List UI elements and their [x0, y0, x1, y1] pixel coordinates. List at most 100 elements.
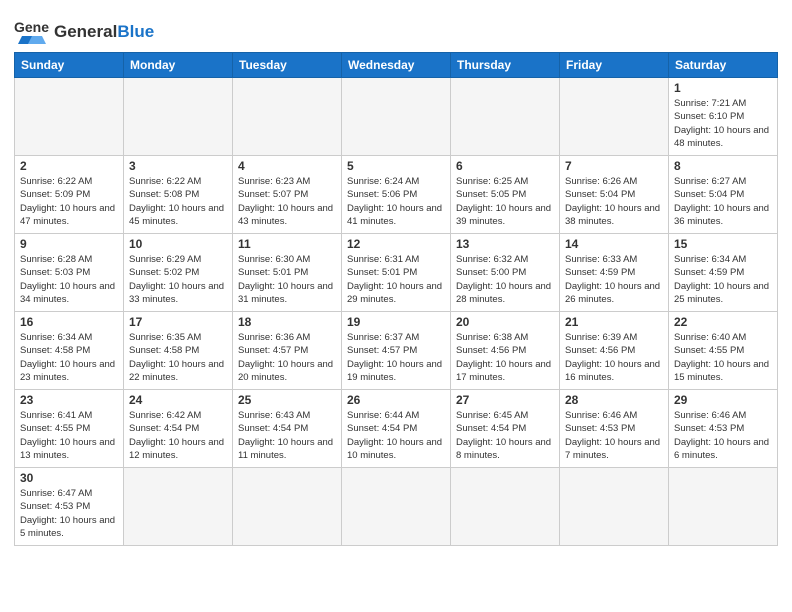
weekday-saturday: Saturday — [669, 53, 778, 78]
day-cell — [233, 468, 342, 546]
day-number: 18 — [238, 315, 336, 329]
day-number: 12 — [347, 237, 445, 251]
day-number: 28 — [565, 393, 663, 407]
day-info: Sunrise: 6:29 AM Sunset: 5:02 PM Dayligh… — [129, 253, 227, 306]
day-cell: 26Sunrise: 6:44 AM Sunset: 4:54 PM Dayli… — [342, 390, 451, 468]
day-cell: 24 Sunrise: 6:42 AM Sunset: 4:54 PM Dayli… — [124, 390, 233, 468]
day-cell: 20 Sunrise: 6:38 AM Sunset: 4:56 PM Dayli… — [451, 312, 560, 390]
day-cell: 10 Sunrise: 6:29 AM Sunset: 5:02 PM Dayli… — [124, 234, 233, 312]
day-cell: 27 Sunrise: 6:45 AM Sunset: 4:54 PM Dayli… — [451, 390, 560, 468]
day-info: Sunrise: 6:28 AM Sunset: 5:03 PM Dayligh… — [20, 253, 118, 306]
day-info: Sunrise: 6:36 AM Sunset: 4:57 PM Dayligh… — [238, 331, 336, 384]
day-cell — [560, 468, 669, 546]
weekday-thursday: Thursday — [451, 53, 560, 78]
day-number: 22 — [674, 315, 772, 329]
weekday-sunday: Sunday — [15, 53, 124, 78]
day-cell: 8 Sunrise: 6:27 AM Sunset: 5:04 PM Daylig… — [669, 156, 778, 234]
day-info: Sunrise: 6:39 AM Sunset: 4:56 PM Dayligh… — [565, 331, 663, 384]
day-info: Sunrise: 6:35 AM Sunset: 4:58 PM Dayligh… — [129, 331, 227, 384]
weekday-friday: Friday — [560, 53, 669, 78]
day-number: 11 — [238, 237, 336, 251]
day-number: 24 — [129, 393, 227, 407]
day-cell: 2 Sunrise: 6:22 AM Sunset: 5:09 PM Daylig… — [15, 156, 124, 234]
day-number: 6 — [456, 159, 554, 173]
svg-text:General: General — [14, 19, 50, 35]
day-info: Sunrise: 6:32 AM Sunset: 5:00 PM Dayligh… — [456, 253, 554, 306]
day-cell — [669, 468, 778, 546]
day-number: 7 — [565, 159, 663, 173]
day-info: Sunrise: 6:33 AM Sunset: 4:59 PM Dayligh… — [565, 253, 663, 306]
day-number: 30 — [20, 471, 118, 485]
logo: General GeneralBlue — [14, 16, 154, 44]
day-info: Sunrise: 6:42 AM Sunset: 4:54 PM Dayligh… — [129, 409, 227, 462]
day-number: 2 — [20, 159, 118, 173]
day-info: Sunrise: 6:34 AM Sunset: 4:58 PM Dayligh… — [20, 331, 118, 384]
day-cell: 18 Sunrise: 6:36 AM Sunset: 4:57 PM Dayli… — [233, 312, 342, 390]
day-cell: 14 Sunrise: 6:33 AM Sunset: 4:59 PM Dayli… — [560, 234, 669, 312]
day-cell: 25 Sunrise: 6:43 AM Sunset: 4:54 PM Dayli… — [233, 390, 342, 468]
day-number: 27 — [456, 393, 554, 407]
day-cell — [451, 468, 560, 546]
week-row-0: 1 Sunrise: 7:21 AM Sunset: 6:10 PM Daylig… — [15, 78, 778, 156]
day-number: 20 — [456, 315, 554, 329]
page: General GeneralBlue SundayMondayTuesdayW… — [0, 0, 792, 560]
day-cell — [451, 78, 560, 156]
day-cell: 1 Sunrise: 7:21 AM Sunset: 6:10 PM Daylig… — [669, 78, 778, 156]
day-info: Sunrise: 6:47 AM Sunset: 4:53 PM Dayligh… — [20, 487, 118, 540]
week-row-3: 16 Sunrise: 6:34 AM Sunset: 4:58 PM Dayli… — [15, 312, 778, 390]
day-cell: 29Sunrise: 6:46 AM Sunset: 4:53 PM Dayli… — [669, 390, 778, 468]
day-cell: 22 Sunrise: 6:40 AM Sunset: 4:55 PM Dayli… — [669, 312, 778, 390]
day-cell: 12 Sunrise: 6:31 AM Sunset: 5:01 PM Dayli… — [342, 234, 451, 312]
day-number: 3 — [129, 159, 227, 173]
day-number: 29 — [674, 393, 772, 407]
day-cell — [342, 78, 451, 156]
day-info: Sunrise: 7:21 AM Sunset: 6:10 PM Dayligh… — [674, 97, 772, 150]
day-cell: 23Sunrise: 6:41 AM Sunset: 4:55 PM Dayli… — [15, 390, 124, 468]
day-cell: 4 Sunrise: 6:23 AM Sunset: 5:07 PM Daylig… — [233, 156, 342, 234]
day-info: Sunrise: 6:23 AM Sunset: 5:07 PM Dayligh… — [238, 175, 336, 228]
calendar-table: SundayMondayTuesdayWednesdayThursdayFrid… — [14, 52, 778, 546]
logo-text: GeneralBlue — [54, 23, 154, 40]
day-number: 13 — [456, 237, 554, 251]
week-row-1: 2 Sunrise: 6:22 AM Sunset: 5:09 PM Daylig… — [15, 156, 778, 234]
day-cell: 6Sunrise: 6:25 AM Sunset: 5:05 PM Daylig… — [451, 156, 560, 234]
day-info: Sunrise: 6:30 AM Sunset: 5:01 PM Dayligh… — [238, 253, 336, 306]
day-number: 25 — [238, 393, 336, 407]
day-info: Sunrise: 6:38 AM Sunset: 4:56 PM Dayligh… — [456, 331, 554, 384]
day-info: Sunrise: 6:34 AM Sunset: 4:59 PM Dayligh… — [674, 253, 772, 306]
day-number: 1 — [674, 81, 772, 95]
day-number: 16 — [20, 315, 118, 329]
day-info: Sunrise: 6:27 AM Sunset: 5:04 PM Dayligh… — [674, 175, 772, 228]
day-cell: 28Sunrise: 6:46 AM Sunset: 4:53 PM Dayli… — [560, 390, 669, 468]
day-cell: 30 Sunrise: 6:47 AM Sunset: 4:53 PM Dayli… — [15, 468, 124, 546]
week-row-5: 30 Sunrise: 6:47 AM Sunset: 4:53 PM Dayli… — [15, 468, 778, 546]
weekday-tuesday: Tuesday — [233, 53, 342, 78]
day-number: 4 — [238, 159, 336, 173]
day-number: 10 — [129, 237, 227, 251]
day-cell: 7Sunrise: 6:26 AM Sunset: 5:04 PM Daylig… — [560, 156, 669, 234]
day-cell: 17Sunrise: 6:35 AM Sunset: 4:58 PM Dayli… — [124, 312, 233, 390]
day-cell: 13 Sunrise: 6:32 AM Sunset: 5:00 PM Dayli… — [451, 234, 560, 312]
day-number: 21 — [565, 315, 663, 329]
day-cell: 9Sunrise: 6:28 AM Sunset: 5:03 PM Daylig… — [15, 234, 124, 312]
week-row-4: 23Sunrise: 6:41 AM Sunset: 4:55 PM Dayli… — [15, 390, 778, 468]
day-number: 26 — [347, 393, 445, 407]
day-cell — [124, 78, 233, 156]
day-number: 8 — [674, 159, 772, 173]
day-cell — [233, 78, 342, 156]
week-row-2: 9Sunrise: 6:28 AM Sunset: 5:03 PM Daylig… — [15, 234, 778, 312]
day-number: 23 — [20, 393, 118, 407]
day-info: Sunrise: 6:31 AM Sunset: 5:01 PM Dayligh… — [347, 253, 445, 306]
day-info: Sunrise: 6:43 AM Sunset: 4:54 PM Dayligh… — [238, 409, 336, 462]
day-cell: 16 Sunrise: 6:34 AM Sunset: 4:58 PM Dayli… — [15, 312, 124, 390]
day-info: Sunrise: 6:45 AM Sunset: 4:54 PM Dayligh… — [456, 409, 554, 462]
day-cell — [15, 78, 124, 156]
day-number: 5 — [347, 159, 445, 173]
logo-icon: General — [14, 16, 50, 44]
day-number: 14 — [565, 237, 663, 251]
day-info: Sunrise: 6:40 AM Sunset: 4:55 PM Dayligh… — [674, 331, 772, 384]
day-info: Sunrise: 6:22 AM Sunset: 5:09 PM Dayligh… — [20, 175, 118, 228]
day-cell: 21 Sunrise: 6:39 AM Sunset: 4:56 PM Dayli… — [560, 312, 669, 390]
day-info: Sunrise: 6:22 AM Sunset: 5:08 PM Dayligh… — [129, 175, 227, 228]
day-number: 19 — [347, 315, 445, 329]
